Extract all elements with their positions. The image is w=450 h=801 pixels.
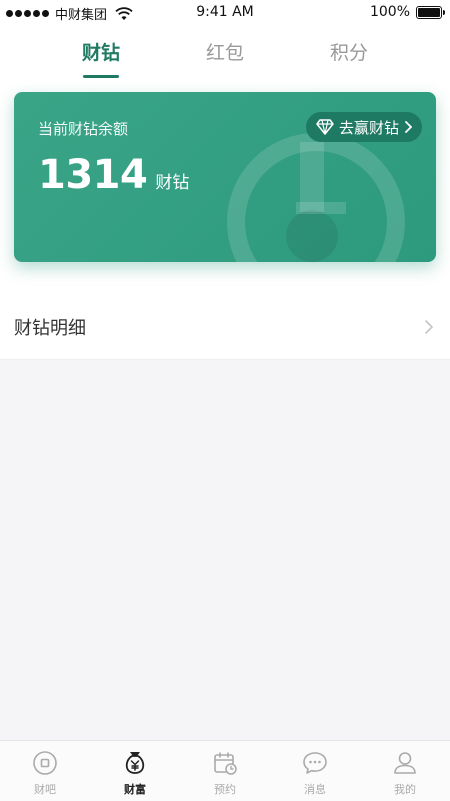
bottom-nav: 财吧 财富 预约 消息 我的: [0, 740, 450, 801]
content-area: [0, 360, 450, 740]
status-right: 100%: [369, 4, 445, 20]
coin-icon: [31, 749, 59, 777]
chevron-right-icon: [405, 121, 412, 133]
chevron-right-icon: [425, 320, 434, 334]
status-bar: 中财集团 9:41 AM 100%: [0, 0, 450, 26]
nav-item-caiba[interactable]: 财吧: [0, 741, 90, 801]
card-decoration-icon: [227, 133, 405, 262]
balance-card: 当前财钻余额 1314 财钻 去赢财钻: [14, 92, 436, 262]
tab-caizuan[interactable]: 财钻: [39, 30, 163, 80]
nav-item-caifu[interactable]: 财富: [90, 741, 180, 801]
balance-amount: 1314 财钻: [38, 152, 189, 198]
balance-unit: 财钻: [155, 173, 190, 193]
nav-label-yuyue: 预约: [214, 783, 236, 796]
top-tabs: 财钻 红包 积分: [0, 30, 450, 80]
calendar-icon: [211, 749, 239, 777]
detail-row[interactable]: 财钻明细: [0, 295, 450, 360]
battery-percent: 100%: [369, 4, 410, 20]
earn-button-label: 去赢财钻: [338, 118, 399, 137]
nav-label-wode: 我的: [394, 783, 416, 796]
user-icon: [391, 749, 419, 777]
earn-caizuan-button[interactable]: 去赢财钻: [305, 112, 422, 142]
money-bag-icon: [121, 749, 149, 777]
diamond-icon: [316, 119, 334, 135]
nav-item-wode[interactable]: 我的: [360, 741, 450, 801]
nav-label-xiaoxi: 消息: [304, 783, 326, 796]
battery-icon: [416, 5, 445, 19]
balance-value: 1314: [38, 152, 148, 198]
detail-label: 财钻明细: [14, 318, 86, 339]
balance-label: 当前财钻余额: [38, 120, 129, 138]
nav-label-caiba: 财吧: [34, 783, 56, 796]
chat-icon: [301, 749, 329, 777]
nav-item-xiaoxi[interactable]: 消息: [270, 741, 360, 801]
nav-label-caifu: 财富: [124, 783, 146, 796]
tab-jifen[interactable]: 积分: [287, 30, 411, 80]
nav-item-yuyue[interactable]: 预约: [180, 741, 270, 801]
tab-hongbao[interactable]: 红包: [163, 30, 287, 80]
